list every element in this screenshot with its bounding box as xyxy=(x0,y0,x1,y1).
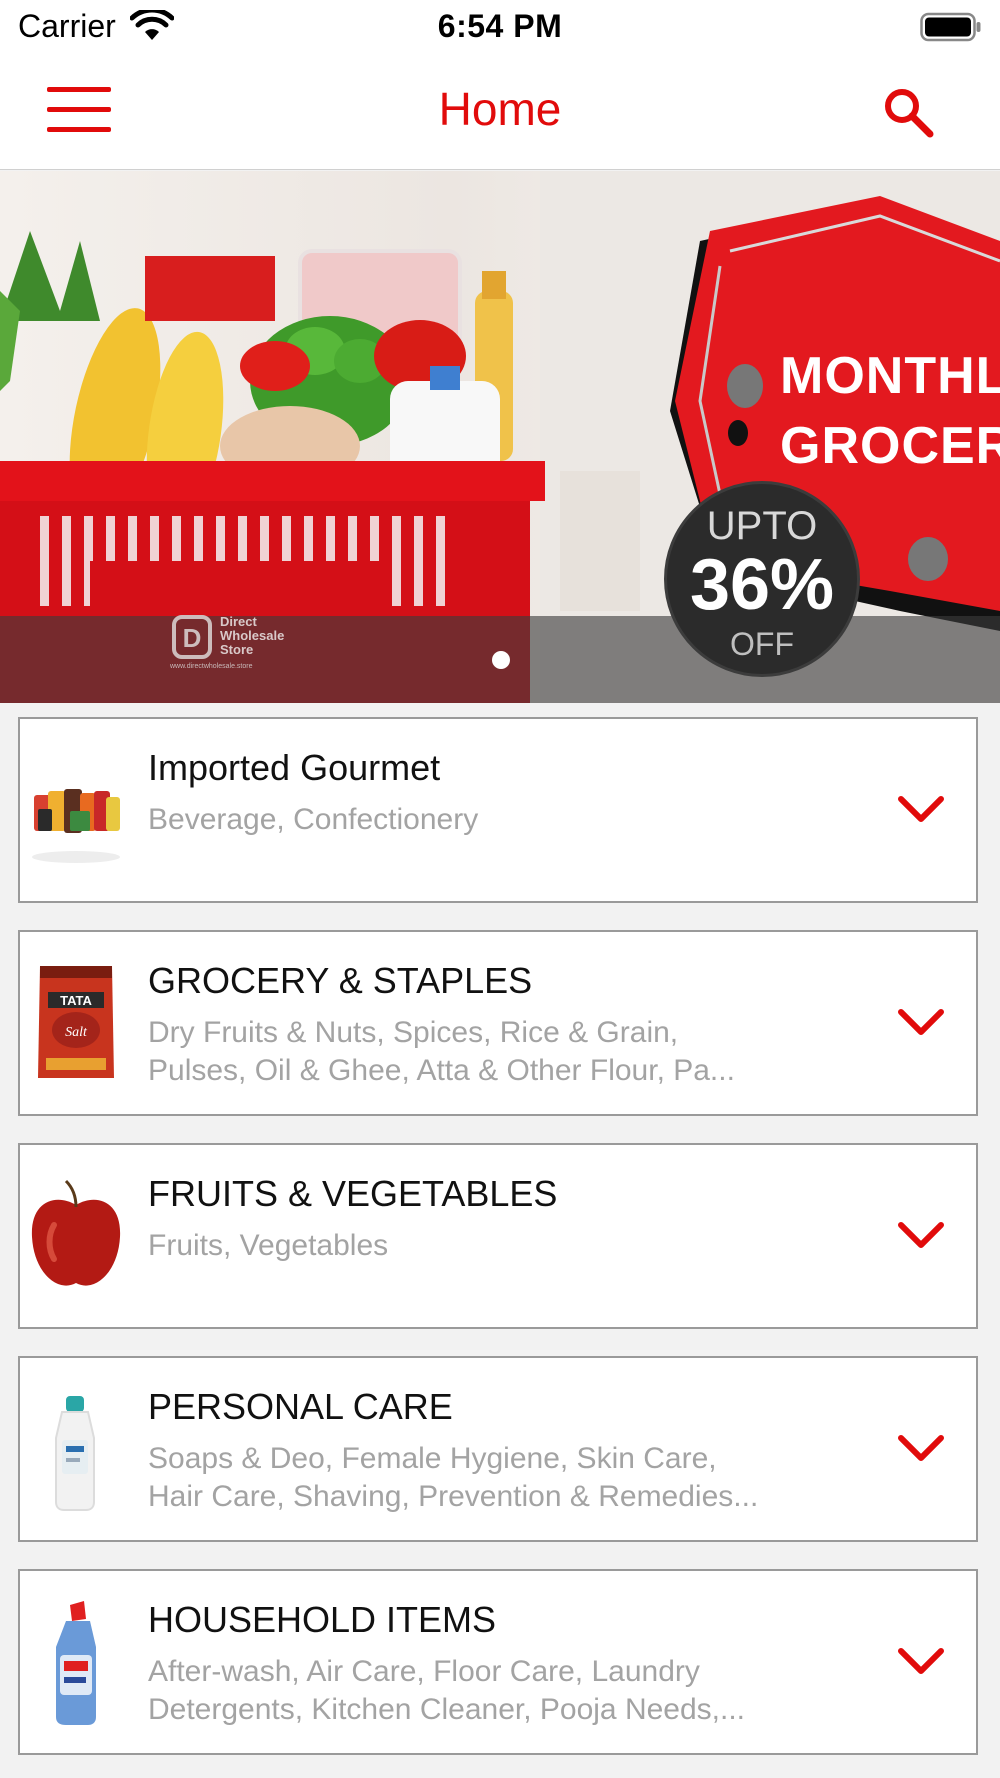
store-logo-icon: D xyxy=(172,615,212,659)
svg-text:D: D xyxy=(183,623,202,653)
chevron-down-icon[interactable] xyxy=(896,791,946,827)
red-apple-image xyxy=(31,1179,121,1286)
page-title: Home xyxy=(438,83,562,135)
category-title: HOUSEHOLD ITEMS xyxy=(148,1599,497,1640)
chevron-down-icon[interactable] xyxy=(896,1643,946,1679)
chevron-down-icon[interactable] xyxy=(896,1430,946,1466)
category-subtitle: Soaps & Deo, Female Hygiene, Skin Care, … xyxy=(148,1442,759,1513)
navigation-bar: Home xyxy=(0,56,1000,170)
badge-percent-label: 36% xyxy=(689,545,835,625)
badge-upto-label: UPTO xyxy=(706,504,818,548)
chevron-down-icon[interactable] xyxy=(896,1004,946,1040)
tata-salt-image: TATA Salt xyxy=(38,966,114,1078)
category-household-items[interactable]: HOUSEHOLD ITEMS After-wash, Air Care, Fl… xyxy=(18,1569,978,1755)
category-subtitle: Beverage, Confectionery xyxy=(148,803,479,836)
store-logo-text: Direct Wholesale Store xyxy=(220,614,285,657)
gourmet-products-image xyxy=(32,789,120,863)
toilet-cleaner-image xyxy=(56,1601,96,1725)
battery-icon xyxy=(920,12,981,42)
svg-text:Salt: Salt xyxy=(65,1025,88,1040)
category-title: Imported Gourmet xyxy=(148,747,441,788)
store-logo-url: www.directwholesale.store xyxy=(170,663,253,670)
status-time: 6:54 PM xyxy=(437,8,563,44)
category-fruits-vegetables[interactable]: FRUITS & VEGETABLES Fruits, Vegetables xyxy=(18,1143,978,1329)
promo-headline-line2: GROCER xyxy=(780,417,1000,475)
shampoo-bottle-image xyxy=(55,1396,95,1511)
promo-banner-carousel[interactable]: MONTHL GROCER D Direct Wholesale Store w… xyxy=(0,171,1000,703)
category-title: GROCERY & STAPLES xyxy=(148,960,533,1001)
category-subtitle: After-wash, Air Care, Floor Care, Laundr… xyxy=(148,1655,746,1726)
category-subtitle: Fruits, Vegetables xyxy=(148,1229,389,1262)
category-subtitle: Dry Fruits & Nuts, Spices, Rice & Grain,… xyxy=(148,1016,735,1087)
page-indicator-dot-active[interactable] xyxy=(492,651,510,669)
category-personal-care[interactable]: PERSONAL CARE Soaps & Deo, Female Hygien… xyxy=(18,1356,978,1542)
category-title: PERSONAL CARE xyxy=(148,1386,453,1427)
promo-headline-line1: MONTHL xyxy=(780,347,1000,405)
status-bar: Carrier 6:54 PM xyxy=(0,0,1000,56)
category-imported-gourmet[interactable]: Imported Gourmet Beverage, Confectionery xyxy=(18,717,978,903)
svg-text:TATA: TATA xyxy=(60,993,92,1008)
chevron-down-icon[interactable] xyxy=(896,1217,946,1253)
badge-off-label: OFF xyxy=(730,626,794,662)
discount-badge: UPTO 36% OFF xyxy=(664,481,860,677)
category-grocery-staples[interactable]: TATA Salt GROCERY & STAPLES Dry Fruits &… xyxy=(18,930,978,1116)
search-icon[interactable] xyxy=(880,84,940,144)
direct-wholesale-store-logo: D Direct Wholesale Store www.directwhole… xyxy=(170,613,300,673)
category-title: FRUITS & VEGETABLES xyxy=(148,1173,558,1214)
